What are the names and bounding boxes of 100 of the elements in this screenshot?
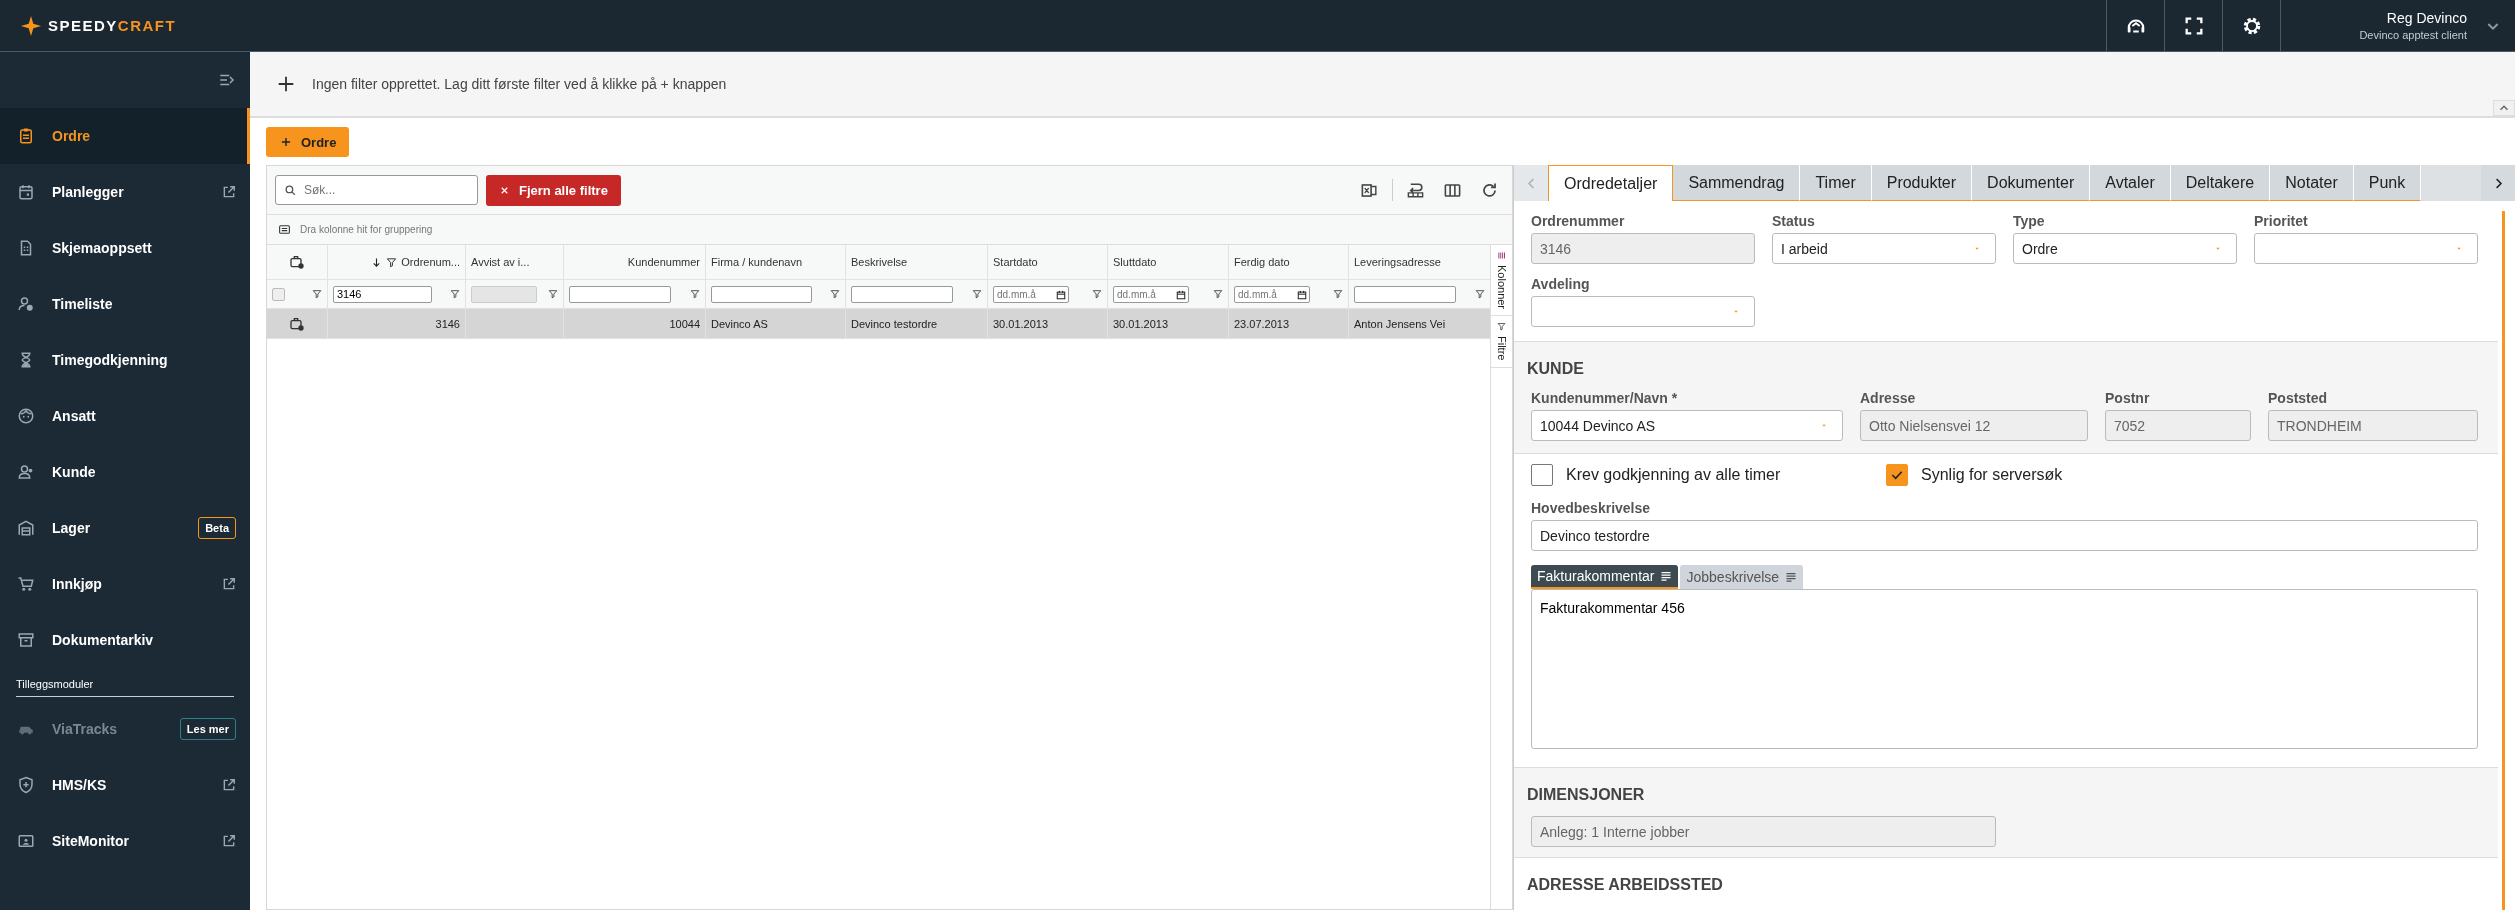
section-heading: DIMENSJONER (1527, 785, 1646, 805)
checkbox[interactable] (1886, 464, 1908, 486)
sidebar-item[interactable]: Skjemaoppsett (0, 220, 250, 276)
person-icon (17, 463, 35, 481)
briefcase-clock-icon (289, 254, 305, 270)
table-cell: Devinco testordre (851, 317, 938, 330)
checkbox-label: Krev godkjenning av alle timer (1566, 466, 1781, 484)
readonly-field: Anlegg: 1 Interne jobber (1531, 816, 1996, 847)
field-label: Avdeling (1531, 276, 1591, 292)
filter-input[interactable] (711, 285, 812, 303)
readonly-field: 3146 (1531, 233, 1755, 264)
table-cell: Devinco AS (711, 317, 768, 330)
search-icon (284, 184, 297, 197)
user-menu[interactable]: Reg Devinco Devinco apptest client (2280, 0, 2515, 51)
section-heading: KUNDE (1527, 359, 1585, 379)
tab[interactable]: Avtaler (2090, 165, 2171, 201)
column-header[interactable]: Beskrivelse (846, 245, 988, 279)
filter-icon[interactable] (972, 289, 982, 299)
column-header[interactable]: Avvist av i... (466, 245, 564, 279)
tab[interactable]: Dokumenter (1972, 165, 2091, 201)
calendar-icon (1297, 289, 1307, 300)
table-cell: 3146 (435, 317, 460, 330)
table-row[interactable]: 3146 10044 Devinco AS Devinco testordre 30.01.2013 30.01.2013 23.07.2013 Anton Jensens Vei (267, 309, 1490, 339)
refresh-icon[interactable] (1480, 180, 1499, 200)
field-label: Adresse (1860, 390, 1917, 406)
tab[interactable]: Notater (2270, 165, 2354, 201)
column-header[interactable]: Sluttdato (1108, 245, 1229, 279)
column-header[interactable]: Kundenummer (564, 245, 706, 279)
scrollbar[interactable] (2502, 211, 2505, 910)
filter-message: Ingen filter opprettet. Lag ditt første filter ved å klikke på + knappen (312, 76, 727, 92)
column-header[interactable]: Ordrenum... (328, 245, 466, 279)
sidebar-item[interactable]: Timeliste (0, 276, 250, 332)
sidebar-item[interactable]: Lager Beta (0, 500, 250, 556)
user-name: Reg Devinco (2386, 10, 2467, 26)
sidebar-item[interactable]: Dokumentarkiv (0, 612, 250, 668)
filter-icon[interactable] (450, 289, 460, 299)
filter-icon (1497, 322, 1506, 332)
table-cell: 10044 (669, 317, 700, 330)
sidebar-item[interactable]: Kunde (0, 444, 250, 500)
column-header[interactable]: Startdato (988, 245, 1108, 279)
sidebar-item[interactable]: Planlegger (0, 164, 250, 220)
reset-layout-icon[interactable] (1406, 180, 1425, 200)
section-label: Tilleggsmoduler (15, 677, 95, 692)
column-header[interactable]: Firma / kundenavn (706, 245, 846, 279)
field-label: Prioritet (2254, 213, 2309, 229)
tab[interactable]: Sammendrag (1673, 165, 1801, 201)
logo-text: SPEEDYCRAFT (48, 17, 177, 34)
tab[interactable]: Jobbeskrivelse (1680, 565, 1804, 589)
field-label: Type (2013, 213, 2046, 229)
filter-input[interactable]: 3146 (333, 285, 433, 303)
sidebar-item[interactable]: HMS/KS (0, 757, 250, 813)
dropdown[interactable]: 10044 Devinco AS (1531, 410, 1843, 441)
calendar-icon (17, 183, 35, 201)
clear-filters-button[interactable]: Fjern alle filtre (486, 174, 621, 206)
user-client: Devinco apptest client (2359, 29, 2467, 41)
filter-input[interactable] (851, 285, 954, 303)
sidebar-item[interactable]: Timegodkjenning (0, 332, 250, 388)
table-cell: 30.01.2013 (1113, 317, 1169, 330)
filter-icon[interactable] (1213, 289, 1223, 299)
filter-icon[interactable] (830, 289, 840, 299)
column-header[interactable]: Leveringsadresse (1349, 245, 1490, 279)
filter-icon[interactable] (548, 289, 558, 299)
tab[interactable]: Timer (1800, 165, 1872, 201)
filter-icon[interactable] (312, 289, 322, 299)
date-field[interactable]: dd.mm.å (993, 285, 1069, 303)
tab[interactable]: Produkter (1871, 165, 1973, 201)
new-order-button[interactable]: Ordre (266, 127, 350, 157)
side-tab[interactable]: Filtre (1491, 316, 1512, 368)
sidebar-item[interactable]: Ansatt (0, 388, 250, 444)
filter-icon[interactable] (1092, 289, 1102, 299)
sidebar-item[interactable]: SiteMonitor (0, 813, 250, 869)
badge[interactable]: Beta (198, 517, 236, 539)
checkbox[interactable] (1531, 464, 1553, 486)
side-tab[interactable]: Kolonner (1491, 245, 1512, 317)
filter-input[interactable] (569, 285, 672, 303)
field-label: Poststed (2268, 390, 2329, 406)
checkbox[interactable] (272, 287, 285, 301)
filter-input[interactable] (1354, 285, 1457, 303)
calendar-icon (1176, 289, 1186, 300)
clipboard-icon (17, 127, 35, 145)
filter-icon[interactable] (690, 289, 700, 299)
input-field[interactable]: Devinco testordre (1531, 520, 2478, 551)
tab[interactable]: Punk (2353, 165, 2422, 201)
field-label: Ordrenummer (1531, 213, 1626, 229)
filter-icon[interactable] (1333, 289, 1343, 299)
tab[interactable]: Deltakere (2170, 165, 2271, 201)
dropdown[interactable]: I arbeid (1772, 233, 1996, 264)
sidebar-item[interactable]: Ordre (0, 108, 250, 164)
dropdown[interactable]: Ordre (2013, 233, 2237, 264)
date-field[interactable]: dd.mm.å (1113, 285, 1189, 303)
column-header[interactable]: Ferdig dato (1229, 245, 1349, 279)
search-field[interactable]: Søk... (275, 175, 478, 205)
plus-icon (279, 135, 293, 149)
tab[interactable]: Ordredetaljer (1548, 165, 1674, 201)
tab[interactable]: Fakturakommentar (1531, 565, 1679, 589)
sidebar-item[interactable]: Innkjøp (0, 556, 250, 612)
collapse-button[interactable] (2493, 100, 2515, 116)
date-field[interactable]: dd.mm.å (1234, 285, 1310, 303)
comment-textarea[interactable]: Fakturakommentar 456 (1531, 589, 2478, 749)
filter-icon[interactable] (1475, 289, 1485, 299)
